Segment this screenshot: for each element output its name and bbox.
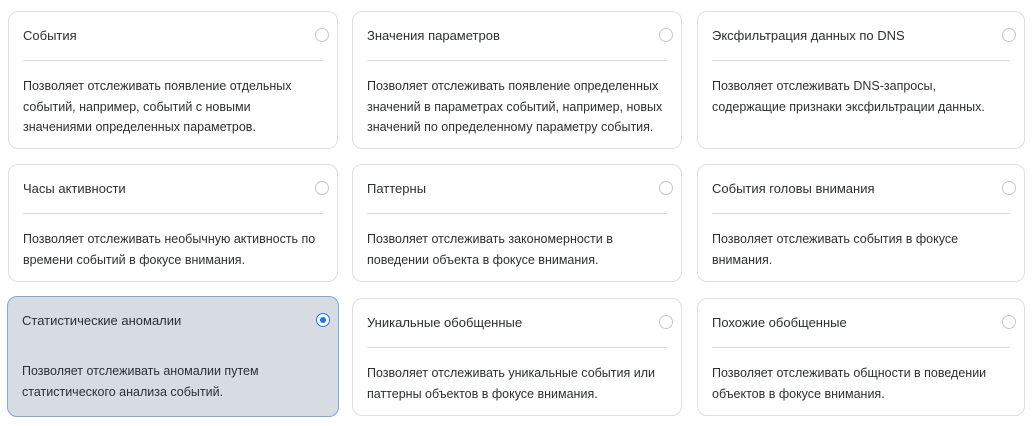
card-statistical-anomalies[interactable]: Статистические аномалии Позволяет отслеж…: [7, 296, 339, 417]
card-header: События: [23, 12, 329, 61]
card-header: Паттерны: [367, 165, 673, 214]
card-parameter-values[interactable]: Значения параметров Позволяет отслеживат…: [352, 11, 682, 149]
card-title: Значения параметров: [367, 28, 500, 43]
card-focus-events[interactable]: События головы внимания Позволяет отслеж…: [697, 164, 1025, 282]
radio-button-selected[interactable]: [316, 313, 330, 327]
card-header: Статистические аномалии: [22, 297, 330, 346]
radio-button[interactable]: [659, 315, 673, 329]
card-description: Позволяет отслеживать аномалии путем ста…: [22, 364, 259, 399]
card-description: Позволяет отслеживать закономерности в п…: [367, 232, 613, 267]
card-dns-exfiltration[interactable]: Эксфильтрация данных по DNS Позволяет от…: [697, 11, 1025, 149]
card-patterns[interactable]: Паттерны Позволяет отслеживать закономер…: [352, 164, 682, 282]
radio-button[interactable]: [1002, 315, 1016, 329]
card-description: Позволяет отслеживать общности в поведен…: [712, 366, 987, 401]
card-title: Уникальные обобщенные: [367, 315, 523, 330]
radio-button[interactable]: [315, 28, 329, 42]
card-description: Позволяет отслеживать появление определе…: [367, 79, 663, 134]
radio-button[interactable]: [1002, 28, 1016, 42]
detector-type-grid: События Позволяет отслеживать появление …: [0, 0, 1033, 426]
card-header: Похожие обобщенные: [712, 299, 1016, 348]
card-header: Часы активности: [23, 165, 329, 214]
card-description: Позволяет отслеживать появление отдельны…: [23, 79, 292, 134]
card-description: Позволяет отслеживать DNS-запросы, содер…: [712, 79, 985, 114]
card-description: Позволяет отслеживать уникальные события…: [367, 366, 655, 401]
card-activity-hours[interactable]: Часы активности Позволяет отслеживать не…: [8, 164, 338, 282]
radio-button[interactable]: [315, 181, 329, 195]
card-description: Позволяет отслеживать события в фокусе в…: [712, 232, 959, 267]
card-title: События: [23, 28, 77, 43]
card-header: События головы внимания: [712, 165, 1016, 214]
radio-button[interactable]: [1002, 181, 1016, 195]
card-title: Паттерны: [367, 181, 427, 196]
card-title: Часы активности: [23, 181, 126, 196]
card-similar-generalized[interactable]: Похожие обобщенные Позволяет отслеживать…: [697, 298, 1025, 416]
card-description: Позволяет отслеживать необычную активнос…: [23, 232, 316, 267]
card-title: Похожие обобщенные: [712, 315, 847, 330]
card-title: Эксфильтрация данных по DNS: [712, 28, 905, 43]
card-events[interactable]: События Позволяет отслеживать появление …: [8, 11, 338, 149]
card-title: События головы внимания: [712, 181, 875, 196]
card-title: Статистические аномалии: [22, 313, 182, 328]
card-header: Значения параметров: [367, 12, 673, 61]
card-header: Эксфильтрация данных по DNS: [712, 12, 1016, 61]
radio-button[interactable]: [659, 28, 673, 42]
radio-button[interactable]: [659, 181, 673, 195]
card-header: Уникальные обобщенные: [367, 299, 673, 348]
card-unique-generalized[interactable]: Уникальные обобщенные Позволяет отслежив…: [352, 298, 682, 416]
